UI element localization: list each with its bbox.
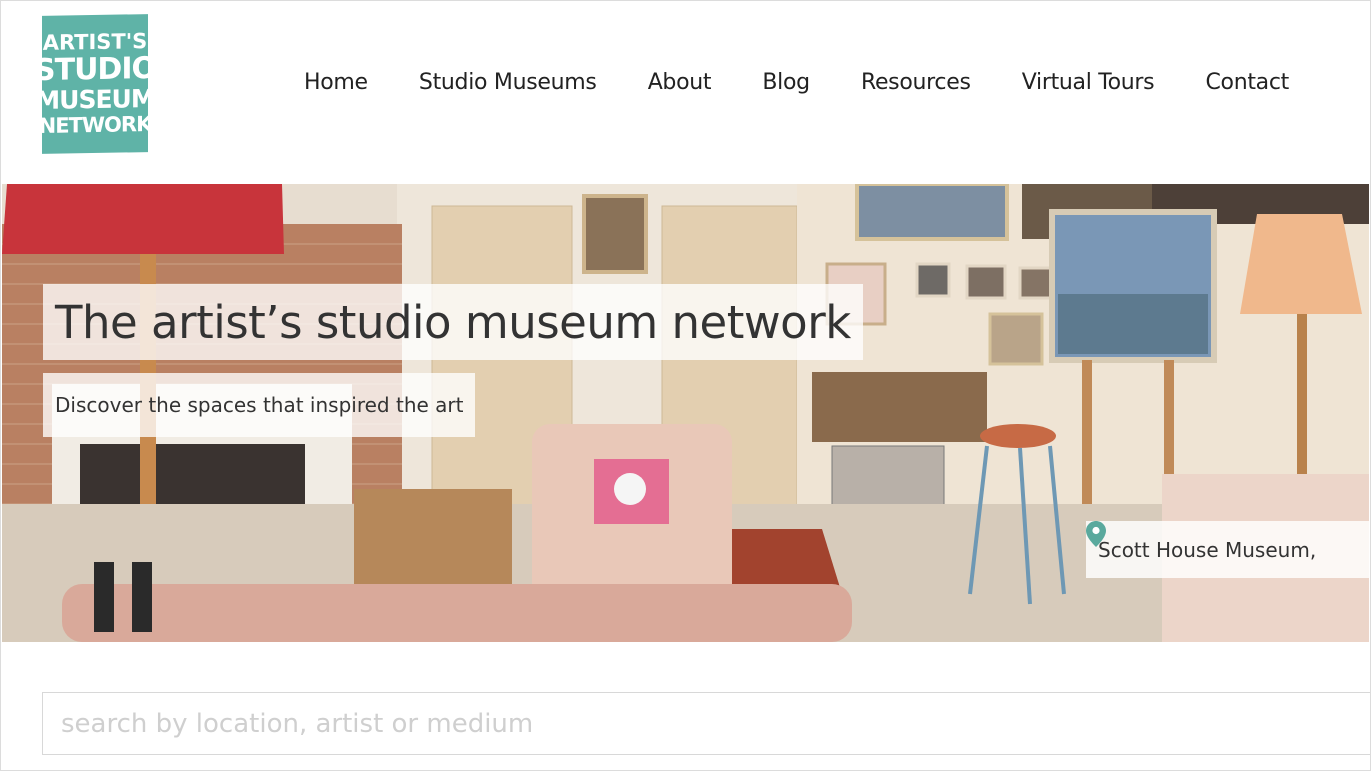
logo-line-studio: STUDIO bbox=[34, 50, 156, 89]
location-label: Scott House Museum, bbox=[1098, 537, 1317, 562]
logo-line-network: NETWORK bbox=[38, 112, 152, 138]
search-input[interactable] bbox=[42, 692, 1371, 755]
map-pin-icon bbox=[1086, 521, 1106, 547]
nav-item-blog[interactable]: Blog bbox=[762, 70, 810, 95]
hero-banner: The artist’s studio museum network Disco… bbox=[2, 184, 1369, 642]
site-logo[interactable]: ARTIST'S STUDIO MUSEUM NETWORK bbox=[34, 14, 156, 154]
nav-item-studio-museums[interactable]: Studio Museums bbox=[419, 70, 597, 95]
location-caption[interactable]: Scott House Museum, bbox=[1086, 521, 1369, 578]
nav-item-virtual-tours[interactable]: Virtual Tours bbox=[1022, 70, 1155, 95]
nav-item-resources[interactable]: Resources bbox=[861, 70, 971, 95]
nav-item-about[interactable]: About bbox=[648, 70, 712, 95]
main-nav: Home Studio Museums About Blog Resources… bbox=[304, 70, 1289, 95]
hero-title: The artist’s studio museum network bbox=[43, 284, 863, 360]
nav-item-contact[interactable]: Contact bbox=[1205, 70, 1289, 95]
logo-line-museum: MUSEUM bbox=[35, 83, 155, 116]
hero-subtitle: Discover the spaces that inspired the ar… bbox=[43, 373, 476, 437]
nav-item-home[interactable]: Home bbox=[304, 70, 368, 95]
